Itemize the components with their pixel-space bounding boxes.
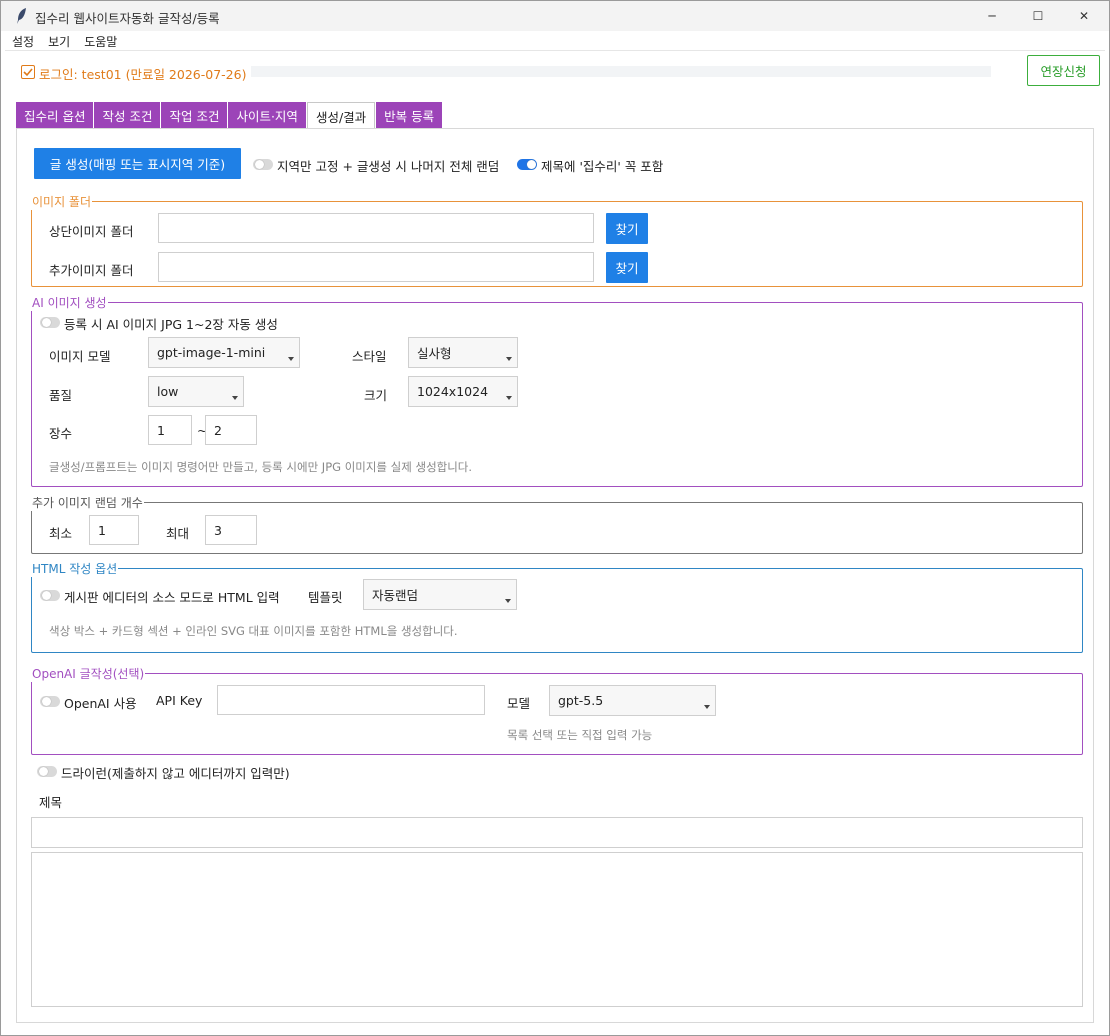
top-image-folder-find-button[interactable]: 찾기 (606, 213, 648, 244)
extra-random-group: 추가 이미지 랜덤 개수 최소 1 최대 3 (31, 494, 1083, 554)
openai-use-label: OpenAI 사용 (64, 696, 137, 711)
title-include-label: 제목에 '집수리' 꼭 포함 (541, 159, 664, 174)
size-label: 크기 (364, 388, 388, 403)
tab-panel: 글 생성(매핑 또는 표시지역 기준) 지역만 고정 + 글생성 시 나머지 전… (16, 128, 1094, 1023)
template-label: 템플릿 (308, 590, 343, 605)
count-min-input[interactable]: 1 (148, 415, 192, 445)
ai-auto-label: 등록 시 AI 이미지 JPG 1~2장 자동 생성 (64, 317, 278, 332)
fixed-region-toggle[interactable] (253, 159, 273, 170)
template-select[interactable]: 자동랜덤 (363, 579, 517, 610)
chevron-down-icon (506, 357, 512, 361)
image-model-label: 이미지 모델 (49, 349, 111, 364)
extend-button[interactable]: 연장신청 (1027, 55, 1100, 86)
extra-max-input[interactable]: 3 (205, 515, 257, 545)
size-select[interactable]: 1024x1024 (408, 376, 518, 407)
style-value: 실사형 (417, 346, 452, 361)
window-body: 설정 보기 도움말 로그인: test01 (만료일 2026-07-26) 연… (5, 31, 1105, 1031)
app-window: 집수리 웹사이트자동화 글작성/등록 ─ ☐ ✕ 설정 보기 도움말 로그인: … (0, 0, 1110, 1036)
extra-image-folder-input[interactable] (158, 252, 594, 282)
size-value: 1024x1024 (417, 384, 489, 399)
source-mode-toggle[interactable] (40, 590, 60, 601)
template-value: 자동랜덤 (372, 588, 419, 603)
extra-min-label: 최소 (49, 526, 73, 541)
tab-work-conditions[interactable]: 작업 조건 (161, 102, 228, 129)
openai-use-toggle[interactable] (40, 696, 60, 707)
chevron-down-icon (505, 599, 511, 603)
chevron-down-icon (288, 357, 294, 361)
menu-settings[interactable]: 설정 (5, 33, 41, 51)
extra-max-label: 최대 (166, 526, 190, 541)
html-options-group: HTML 작성 옵션 게시판 에디터의 소스 모드로 HTML 입력 템플릿 자… (31, 560, 1083, 653)
html-options-note: 색상 박스 + 카드형 섹션 + 인라인 SVG 대표 이미지를 포함한 HTM… (49, 624, 458, 638)
menu-view[interactable]: 보기 (41, 33, 77, 51)
login-status: 로그인: test01 (만료일 2026-07-26) (39, 67, 247, 82)
extra-image-folder-label: 추가이미지 폴더 (49, 263, 134, 278)
result-title-label: 제목 (39, 795, 63, 810)
ai-image-note: 글생성/프롬프트는 이미지 명령어만 만들고, 등록 시에만 JPG 이미지를 … (49, 460, 473, 474)
top-image-folder-input[interactable] (158, 213, 594, 243)
quality-label: 품질 (49, 388, 73, 403)
api-key-input[interactable] (217, 685, 485, 715)
count-label: 장수 (49, 426, 73, 441)
ai-auto-toggle[interactable] (40, 317, 60, 328)
title-include-toggle[interactable] (517, 159, 537, 170)
dryrun-label: 드라이런(제출하지 않고 에디터까지 입력만) (61, 766, 290, 781)
quality-value: low (157, 384, 179, 399)
openai-model-value: gpt-5.5 (558, 693, 604, 708)
checkbox-icon (21, 65, 35, 79)
close-button[interactable]: ✕ (1061, 1, 1107, 31)
chevron-down-icon (506, 396, 512, 400)
result-body-textarea[interactable] (31, 852, 1083, 1007)
source-mode-label: 게시판 에디터의 소스 모드로 HTML 입력 (64, 590, 280, 605)
maximize-button[interactable]: ☐ (1015, 1, 1061, 31)
count-max-input[interactable]: 2 (205, 415, 257, 445)
extra-image-folder-find-button[interactable]: 찾기 (606, 252, 648, 283)
image-model-select[interactable]: gpt-image-1-mini (148, 337, 300, 368)
tab-generate-result[interactable]: 생성/결과 (306, 102, 376, 129)
feather-icon (17, 8, 26, 24)
style-select[interactable]: 실사형 (408, 337, 518, 368)
tab-repair-options[interactable]: 집수리 옵션 (16, 102, 94, 129)
dryrun-toggle[interactable] (37, 766, 57, 777)
window-title: 집수리 웹사이트자동화 글작성/등록 (35, 11, 220, 26)
api-key-label: API Key (156, 693, 203, 708)
extra-min-input[interactable]: 1 (89, 515, 139, 545)
top-image-folder-label: 상단이미지 폴더 (49, 224, 134, 239)
openai-legend: OpenAI 글작성(선택) (31, 665, 146, 682)
chevron-down-icon (704, 705, 710, 709)
progress-bar (251, 66, 991, 77)
image-folder-legend: 이미지 폴더 (31, 193, 93, 210)
openai-model-label: 모델 (507, 696, 531, 711)
ai-image-legend: AI 이미지 생성 (31, 294, 108, 311)
image-model-value: gpt-image-1-mini (157, 345, 266, 360)
extra-random-legend: 추가 이미지 랜덤 개수 (31, 494, 144, 511)
chevron-down-icon (232, 396, 238, 400)
openai-group: OpenAI 글작성(선택) OpenAI 사용 API Key 모델 gpt-… (31, 665, 1083, 755)
tab-repeat-register[interactable]: 반복 등록 (376, 102, 443, 129)
ai-image-group: AI 이미지 생성 등록 시 AI 이미지 JPG 1~2장 자동 생성 이미지… (31, 294, 1083, 487)
minimize-button[interactable]: ─ (969, 1, 1015, 31)
tab-writing-conditions[interactable]: 작성 조건 (94, 102, 161, 129)
tab-site-region[interactable]: 사이트·지역 (228, 102, 306, 129)
menu-divider (5, 50, 1105, 51)
generate-button[interactable]: 글 생성(매핑 또는 표시지역 기준) (34, 148, 241, 179)
title-bar: 집수리 웹사이트자동화 글작성/등록 ─ ☐ ✕ (1, 1, 1109, 31)
fixed-region-label: 지역만 고정 + 글생성 시 나머지 전체 랜덤 (277, 159, 500, 174)
style-label: 스타일 (352, 349, 387, 364)
tab-bar: 집수리 옵션 작성 조건 작업 조건 사이트·지역 생성/결과 반복 등록 (16, 102, 443, 129)
quality-select[interactable]: low (148, 376, 244, 407)
openai-model-note: 목록 선택 또는 직접 입력 가능 (507, 728, 653, 742)
image-folder-group: 이미지 폴더 상단이미지 폴더 찾기 추가이미지 폴더 찾기 (31, 193, 1083, 287)
openai-model-select[interactable]: gpt-5.5 (549, 685, 716, 716)
html-options-legend: HTML 작성 옵션 (31, 560, 119, 577)
menu-help[interactable]: 도움말 (77, 33, 124, 51)
menu-bar: 설정 보기 도움말 (5, 33, 124, 51)
result-title-input[interactable] (31, 817, 1083, 848)
